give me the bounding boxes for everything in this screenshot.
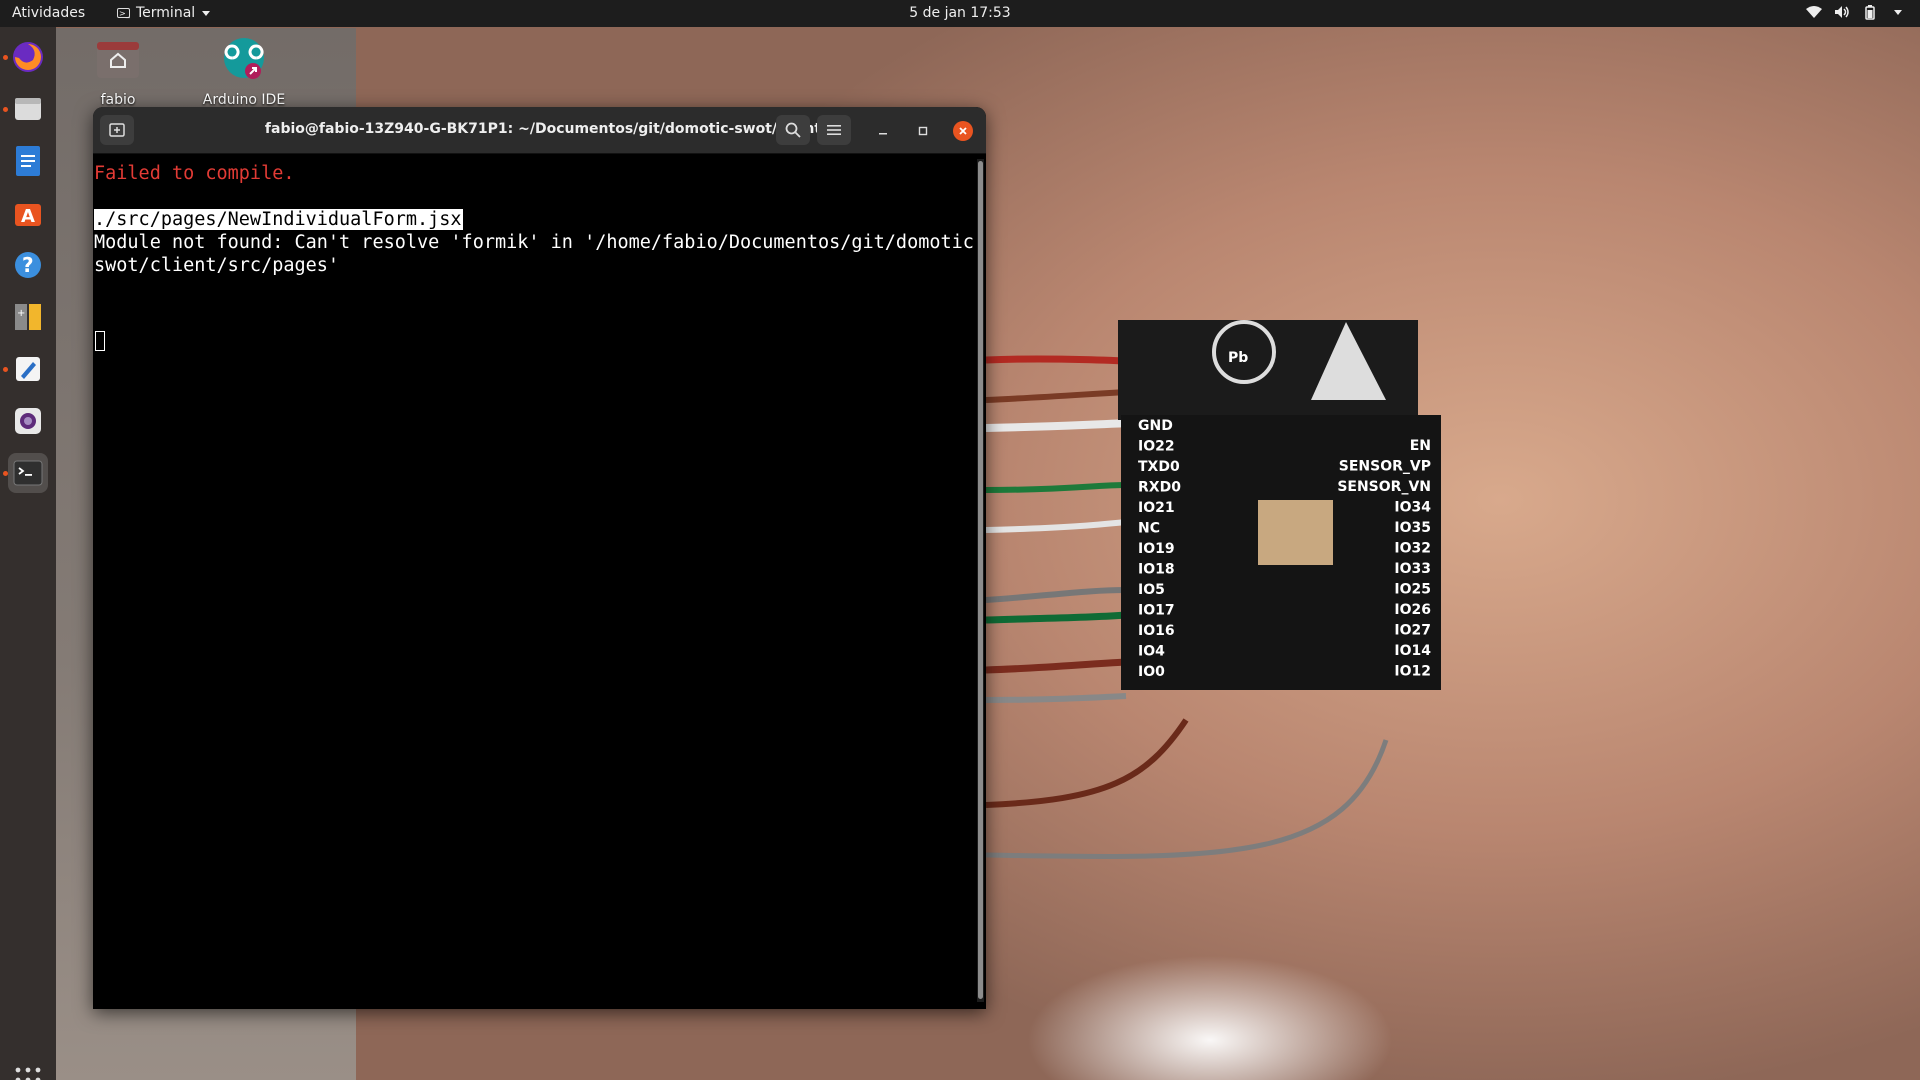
maximize-icon xyxy=(918,126,928,136)
wallpaper-board-photo: Pb GND IO22 TXD0 RXD0 IO21 NC IO19 IO18 IO5 IO17 I… xyxy=(986,320,1441,860)
minimize-button[interactable] xyxy=(873,121,893,141)
chevron-down-icon xyxy=(202,11,211,16)
arduino-ide-icon xyxy=(224,38,264,79)
board-pin-label: IO16 xyxy=(1138,623,1175,639)
dock: A ? + xyxy=(0,27,56,1080)
running-indicator xyxy=(3,55,8,60)
board-pin-label: IO12 xyxy=(1394,664,1431,680)
files-icon xyxy=(15,98,41,120)
wifi-icon[interactable] xyxy=(1806,4,1822,20)
selected-file-path[interactable]: ./src/pages/NewIndividualForm.jsx xyxy=(94,209,463,230)
window-title: fabio@fabio-13Z940-G-BK71P1: ~/Documento… xyxy=(264,121,822,137)
terminal-cursor xyxy=(95,331,105,351)
new-tab-button[interactable] xyxy=(100,115,134,145)
board-pin-label: IO19 xyxy=(1138,541,1175,557)
software-center-icon: A xyxy=(15,204,41,227)
dock-item-files[interactable] xyxy=(8,89,48,129)
board-pin-label: IO21 xyxy=(1138,500,1175,516)
terminal-icon xyxy=(13,460,43,486)
dock-item-terminal[interactable] xyxy=(8,453,48,493)
search-button[interactable] xyxy=(776,115,810,145)
activities-button[interactable]: Atividades xyxy=(12,5,85,21)
svg-text:+: + xyxy=(17,308,25,319)
top-bar: Atividades >_ Terminal 5 de jan 17:53 xyxy=(0,0,1920,27)
board-pin-label: EN xyxy=(1410,438,1431,454)
show-applications-icon[interactable] xyxy=(14,1066,42,1080)
dock-item-help[interactable]: ? xyxy=(8,245,48,285)
close-button[interactable] xyxy=(953,121,973,141)
dock-item-software[interactable]: A xyxy=(8,193,48,233)
terminal-line-message: Module not found: Can't resolve 'formik'… xyxy=(94,232,986,253)
terminal-window[interactable]: fabio@fabio-13Z940-G-BK71P1: ~/Documento… xyxy=(93,107,986,1009)
terminal-line-error: Failed to compile. xyxy=(94,163,295,184)
dock-item-screenshot[interactable] xyxy=(8,401,48,441)
board-pin-label: IO18 xyxy=(1138,562,1175,578)
new-tab-icon xyxy=(109,123,125,137)
clock[interactable]: 5 de jan 17:53 xyxy=(909,5,1010,21)
svg-text:A: A xyxy=(21,206,35,227)
board-pin-label: SENSOR_VN xyxy=(1337,479,1431,495)
board-pin-label: SENSOR_VP xyxy=(1339,459,1431,475)
text-editor-icon xyxy=(16,357,40,381)
board-pin-label: IO22 xyxy=(1138,439,1175,455)
terminal-line-file: ./src/pages/NewIndividualForm.jsx xyxy=(94,208,463,231)
board-pin-label: IO35 xyxy=(1394,520,1431,536)
board-pin-label: IO14 xyxy=(1394,643,1431,659)
writer-icon xyxy=(16,146,40,176)
desktop-icon-home[interactable]: fabio xyxy=(63,36,173,108)
minimize-icon xyxy=(879,133,887,135)
running-indicator xyxy=(3,367,8,372)
board-pin-label: IO32 xyxy=(1394,541,1431,557)
board-pin-label: GND xyxy=(1138,418,1173,434)
board-pin-label: RXD0 xyxy=(1138,480,1181,496)
desktop-icon-label: fabio xyxy=(100,92,136,108)
board-pin-label: IO33 xyxy=(1394,561,1431,577)
volume-icon[interactable] xyxy=(1834,4,1850,20)
terminal-app-icon: >_ xyxy=(117,8,130,18)
board-pin-label: IO17 xyxy=(1138,603,1175,619)
dock-item-firefox[interactable] xyxy=(8,37,48,77)
close-icon xyxy=(959,127,967,135)
menu-button[interactable] xyxy=(817,115,851,145)
system-tray[interactable] xyxy=(1806,4,1906,20)
terminal-line-message-continued: swot/client/src/pages' xyxy=(94,255,340,276)
battery-icon[interactable] xyxy=(1862,4,1878,20)
board-pin-label: IO4 xyxy=(1138,644,1165,660)
firefox-icon xyxy=(13,42,43,72)
search-icon xyxy=(785,122,801,138)
system-menu-chevron-icon[interactable] xyxy=(1890,4,1906,20)
dock-item-writer[interactable] xyxy=(8,141,48,181)
maximize-button[interactable] xyxy=(913,121,933,141)
terminal-scrollbar-thumb[interactable] xyxy=(978,161,983,999)
board-pin-label: IO27 xyxy=(1394,623,1431,639)
board-pin-label: IO5 xyxy=(1138,582,1165,598)
desktop-icon-label: Arduino IDE xyxy=(202,92,286,108)
app-menu-label: Terminal xyxy=(136,5,196,21)
running-indicator xyxy=(3,471,8,476)
desktop-icon-arduino[interactable]: Arduino IDE xyxy=(189,36,299,108)
board-pin-label: IO0 xyxy=(1138,664,1165,680)
dock-item-calculator[interactable]: + xyxy=(8,297,48,337)
app-menu-terminal[interactable]: >_ Terminal xyxy=(117,5,211,21)
board-pin-label: NC xyxy=(1138,521,1160,537)
terminal-header-bar[interactable]: fabio@fabio-13Z940-G-BK71P1: ~/Documento… xyxy=(93,107,986,154)
board-pin-label: IO25 xyxy=(1394,582,1431,598)
calculator-icon: + xyxy=(15,304,41,330)
running-indicator xyxy=(3,107,8,112)
board-pin-label: IO26 xyxy=(1394,602,1431,618)
help-icon: ? xyxy=(15,252,41,278)
dock-item-text-editor[interactable] xyxy=(8,349,48,389)
board-pb-mark: Pb xyxy=(1228,350,1248,366)
board-pin-label: IO34 xyxy=(1394,500,1431,516)
hamburger-menu-icon xyxy=(827,125,841,135)
home-folder-icon xyxy=(97,42,139,78)
board-pin-label: TXD0 xyxy=(1138,459,1180,475)
svg-text:?: ? xyxy=(22,253,34,277)
screenshot-icon xyxy=(15,408,41,434)
terminal-output[interactable]: Failed to compile. ./src/pages/NewIndivi… xyxy=(93,154,985,1009)
